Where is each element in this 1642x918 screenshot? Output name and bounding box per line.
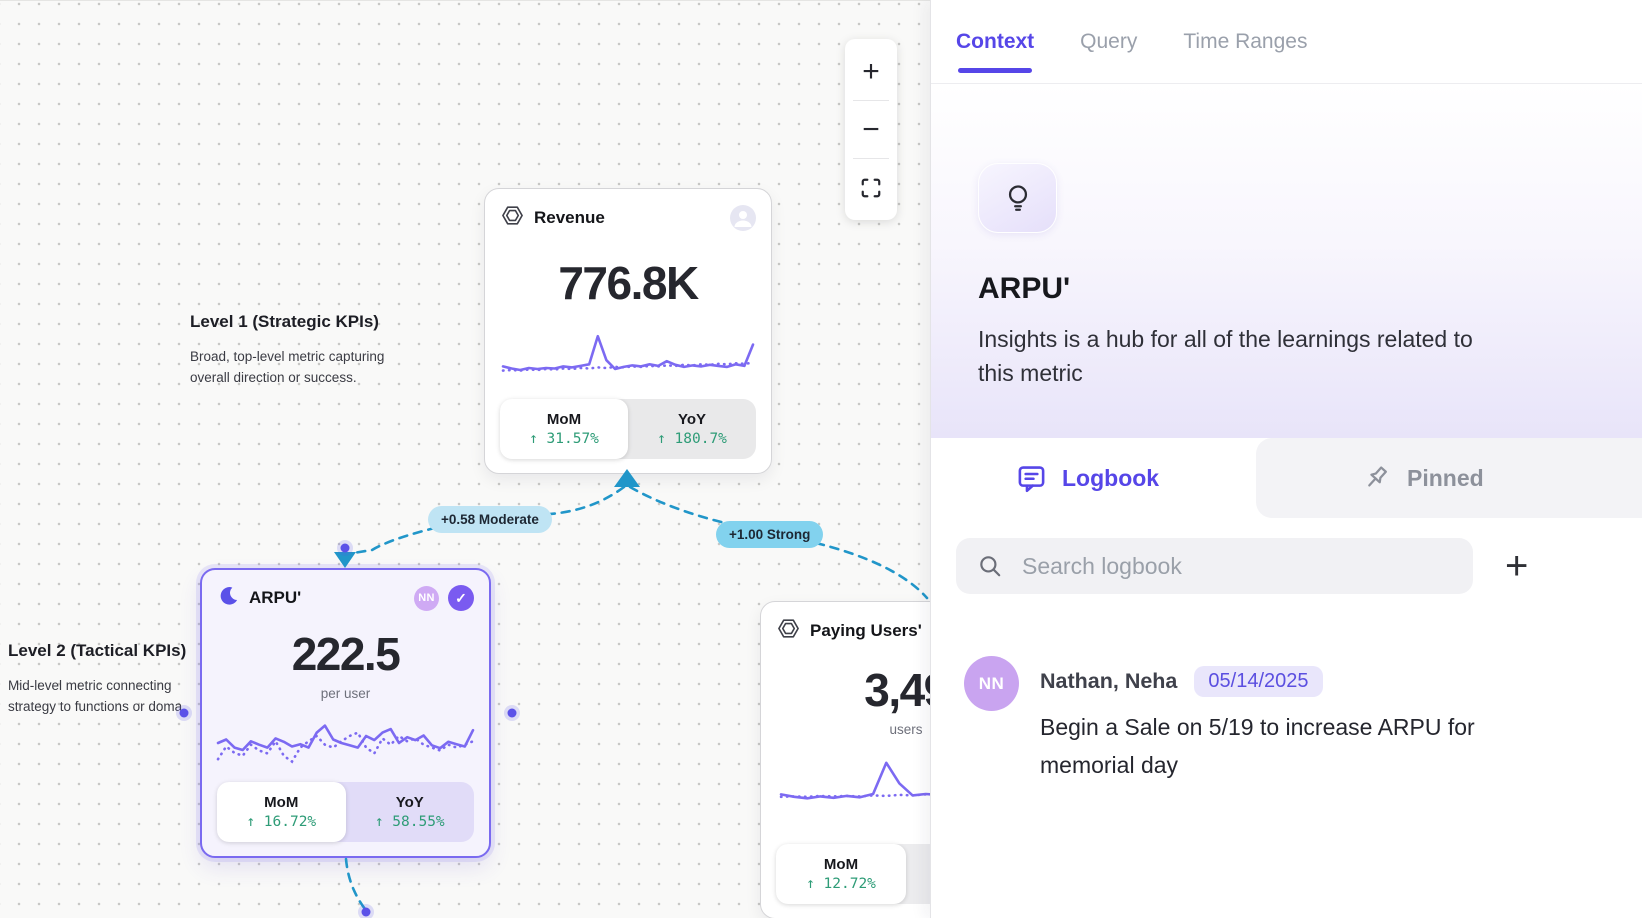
mom-value: ↑ 12.72% <box>806 876 876 892</box>
metric-value: 776.8K <box>485 256 771 310</box>
card-title: ARPU' <box>249 588 301 608</box>
correlation-label-moderate[interactable]: +0.58 Moderate <box>428 506 552 533</box>
logbook-comment-icon <box>1016 463 1047 494</box>
hexagon-metric-icon <box>777 617 800 645</box>
search-box[interactable] <box>956 538 1473 594</box>
zoom-in-button[interactable]: + <box>845 43 897 100</box>
card-title: Revenue <box>534 208 605 228</box>
mom-label: MoM <box>264 794 298 811</box>
logbook-entry[interactable]: NN Nathan, Neha 05/14/2025 Begin a Sale … <box>964 656 1602 784</box>
crescent-moon-icon <box>218 585 239 611</box>
paying-users-sparkline <box>781 757 930 805</box>
arrowhead-into-arpu <box>334 552 356 568</box>
period-toggle: MoM ↑ 12.72% <box>776 844 930 904</box>
metric-description: Insights is a hub for all of the learnin… <box>978 322 1473 390</box>
entry-text: Begin a Sale on 5/19 to increase ARPU fo… <box>1040 708 1475 784</box>
metric-card-revenue[interactable]: Revenue 776.8K MoM ↑ 31 <box>484 188 772 474</box>
fullscreen-icon <box>860 177 882 199</box>
revenue-sparkline <box>503 330 753 382</box>
tab-query[interactable]: Query <box>1080 30 1137 54</box>
tab-logbook[interactable]: Logbook <box>1016 438 1159 518</box>
zoom-out-button[interactable]: − <box>845 101 897 158</box>
app: +0.58 Moderate +1.00 Strong Level 1 (Str… <box>0 0 1642 918</box>
entry-date-badge: 05/14/2025 <box>1194 666 1322 697</box>
entry-header: Nathan, Neha 05/14/2025 <box>1040 666 1475 697</box>
context-panel: Context Query Time Ranges ARPU' Insights… <box>930 0 1642 918</box>
metric-hero: ARPU' Insights is a hub for all of the l… <box>931 84 1642 438</box>
canvas-zoom-controls: + − <box>845 39 897 220</box>
hexagon-metric-icon <box>501 204 524 232</box>
yoy-value: ↑ 180.7% <box>657 431 727 447</box>
search-input[interactable] <box>1022 553 1452 580</box>
metric-unit: per user <box>202 686 489 701</box>
metric-tree-canvas[interactable]: +0.58 Moderate +1.00 Strong Level 1 (Str… <box>0 0 930 918</box>
metric-card-arpu[interactable]: ARPU' NN ✓ 222.5 per user MoM ↑ 16.72% Y… <box>200 568 491 858</box>
tab-logbook-label: Logbook <box>1062 465 1159 492</box>
insights-button[interactable] <box>978 163 1057 233</box>
period-toggle: MoM ↑ 31.57% YoY ↑ 180.7% <box>500 399 756 459</box>
yoy-toggle[interactable] <box>906 844 930 904</box>
level-2-annotation: Level 2 (Tactical KPIs) Mid-level metric… <box>8 641 186 717</box>
mom-value: ↑ 16.72% <box>246 814 316 830</box>
yoy-value: ↑ 58.55% <box>375 814 445 830</box>
tab-time-ranges[interactable]: Time Ranges <box>1183 30 1307 54</box>
yoy-label: YoY <box>678 411 706 428</box>
verified-check-icon: ✓ <box>448 585 474 611</box>
metric-card-paying-users[interactable]: Paying Users' 3,49 users MoM ↑ 12.72% <box>760 601 930 918</box>
metric-value: 3,49 <box>761 663 930 717</box>
mom-value: ↑ 31.57% <box>529 431 599 447</box>
mom-toggle[interactable]: MoM ↑ 12.72% <box>776 844 906 904</box>
collaborator-badge[interactable]: NN <box>414 586 439 611</box>
logbook-tab-bar: Logbook Pinned <box>931 438 1642 518</box>
metric-name-heading: ARPU' <box>978 272 1070 306</box>
level-2-title: Level 2 (Tactical KPIs) <box>8 641 186 661</box>
arpu-sparkline <box>218 714 473 772</box>
yoy-toggle[interactable]: YoY ↑ 58.55% <box>346 782 475 842</box>
card-title: Paying Users' <box>810 621 922 641</box>
mom-toggle[interactable]: MoM ↑ 16.72% <box>217 782 346 842</box>
level-1-description: Broad, top-level metric capturing overal… <box>190 346 384 388</box>
yoy-toggle[interactable]: YoY ↑ 180.7% <box>628 399 756 459</box>
tab-pinned-label: Pinned <box>1407 465 1484 492</box>
edge-arpu-down <box>346 859 365 909</box>
logbook-toolbar: + <box>956 538 1614 594</box>
level-1-annotation: Level 1 (Strategic KPIs) Broad, top-leve… <box>190 312 384 388</box>
level-1-title: Level 1 (Strategic KPIs) <box>190 312 384 332</box>
search-icon <box>977 553 1003 579</box>
fit-view-button[interactable] <box>845 159 897 216</box>
lightbulb-icon <box>1001 181 1035 215</box>
correlation-label-strong[interactable]: +1.00 Strong <box>716 521 823 548</box>
tab-context[interactable]: Context <box>956 30 1034 54</box>
tab-pinned[interactable]: Pinned <box>1256 438 1642 518</box>
mom-label: MoM <box>547 411 581 428</box>
entry-avatar: NN <box>964 656 1019 711</box>
add-log-entry-button[interactable]: + <box>1505 546 1528 586</box>
level-2-description: Mid-level metric connecting strategy to … <box>8 675 186 717</box>
panel-tab-bar: Context Query Time Ranges <box>931 0 1642 84</box>
entry-author: Nathan, Neha <box>1040 669 1177 694</box>
period-toggle: MoM ↑ 16.72% YoY ↑ 58.55% <box>217 782 474 842</box>
yoy-label: YoY <box>396 794 424 811</box>
mom-toggle[interactable]: MoM ↑ 31.57% <box>500 399 628 459</box>
owner-avatar-icon[interactable] <box>730 205 756 231</box>
mom-label: MoM <box>824 856 858 873</box>
metric-value: 222.5 <box>202 627 489 681</box>
pin-icon <box>1361 463 1391 493</box>
metric-unit: users <box>761 722 930 737</box>
